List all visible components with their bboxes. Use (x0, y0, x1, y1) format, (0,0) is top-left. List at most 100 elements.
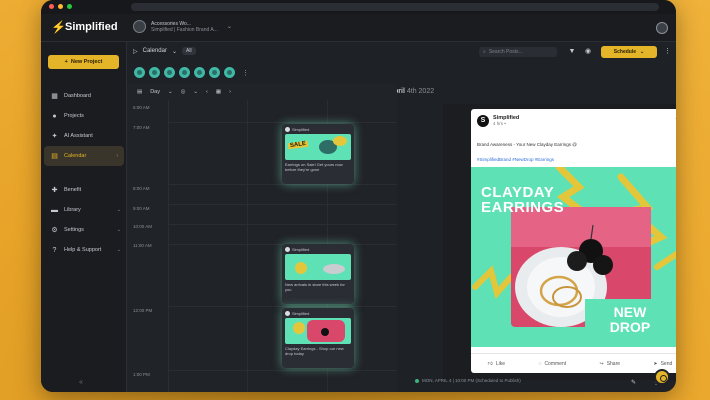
schedule-button[interactable]: Schedule ⌄ (601, 46, 657, 58)
card-text: Clayday Earrings - Shop our new drop tod… (285, 346, 344, 356)
account-avatar[interactable] (148, 66, 161, 79)
account-avatar[interactable] (193, 66, 206, 79)
account-icon (285, 127, 290, 132)
app-logo[interactable]: ⚡ Simplified (51, 21, 118, 33)
sidebar-item-settings[interactable]: ⚙ Settings ⌄ (41, 220, 127, 240)
account-avatar[interactable] (223, 66, 236, 79)
calendar-view-icon[interactable]: ▤ (137, 89, 142, 95)
more-accounts-icon[interactable]: ⋮ (242, 69, 249, 77)
post-thumbnail: SALE (285, 134, 351, 160)
post-hashtags[interactable]: #SimplifiedBrand #NewDrop #Earrings (477, 157, 554, 162)
close-window-button[interactable] (49, 4, 54, 9)
sidebar-nav: ▦ Dashboard ● Projects ✦ AI Assistant ▤ … (41, 86, 127, 260)
like-button[interactable]: 👍︎ Like (488, 361, 505, 367)
calendar-icon: ▤ (51, 152, 58, 160)
promo-title-line-2: EARRINGS (481, 199, 565, 216)
post-preview: S Simplified 4 hrs • ⋯ Brand Awareness -… (471, 109, 676, 373)
sidebar-item-help[interactable]: ? Help & Support ⌄ (41, 240, 127, 260)
maximize-window-button[interactable] (67, 4, 72, 9)
sidebar-item-label: Calendar (64, 153, 87, 159)
scheduled-post-card[interactable]: Simplified Clayday Earrings - Shop our n… (282, 308, 354, 368)
schedule-label: Schedule (613, 49, 637, 55)
gift-icon: ✚ (51, 186, 58, 194)
promo-title: CLAYDAY EARRINGS (481, 185, 564, 215)
share-button[interactable]: ↪ Share (599, 361, 620, 367)
post-more-icon[interactable]: ⋯ (675, 115, 676, 123)
sidebar-item-calendar[interactable]: ▤ Calendar › (44, 146, 124, 166)
search-icon: ⌕ (483, 49, 486, 55)
post-thumbnail (285, 318, 351, 344)
like-label: Like (495, 360, 506, 367)
sidebar-item-projects[interactable]: ● Projects (41, 106, 127, 126)
chevron-down-icon: ⌄ (167, 89, 173, 95)
url-bar[interactable] (131, 3, 659, 11)
globe-icon[interactable]: ◎ (181, 89, 186, 95)
titlebar (41, 0, 676, 14)
user-avatar[interactable] (656, 22, 668, 34)
scheduled-post-card[interactable]: Simplified SALE Earrings on Sale! Get yo… (282, 124, 354, 184)
more-options-icon[interactable]: ⋮ (664, 47, 671, 55)
share-icon: ↪ (599, 360, 604, 367)
filter-icon[interactable]: ▼ (567, 47, 577, 57)
post-preview-panel: S Simplified 4 hrs • ⋯ Brand Awareness -… (443, 104, 676, 380)
account-icon (285, 311, 290, 316)
edit-pencil-icon[interactable]: ✎ (631, 379, 636, 386)
post-thumbnail (285, 254, 351, 280)
sidebar-item-label: Library (64, 207, 81, 213)
next-icon[interactable]: › (229, 89, 231, 95)
promo-drop: DROP (609, 319, 651, 335)
help-chat-button[interactable] (654, 369, 670, 385)
calendar-picker-icon[interactable]: ▦ (216, 89, 221, 95)
send-button[interactable]: ➤ Send (653, 361, 672, 367)
calendar-title[interactable]: Calendar (143, 48, 167, 54)
brand-logo-icon: S (477, 115, 489, 127)
time-label: 7:00 AM (133, 125, 150, 130)
filter-tag[interactable]: All (182, 47, 196, 55)
search-placeholder: Search Posts... (488, 49, 523, 55)
sidebar-item-benefit[interactable]: ✚ Benefit (41, 180, 127, 200)
lightning-icon: ⚡ (51, 20, 66, 34)
time-label: 1:00 PM (133, 372, 150, 377)
new-project-label: New Project (70, 59, 103, 65)
post-caption: Brand Awareness - Your New Clayday Earri… (477, 142, 577, 147)
scheduled-post-card[interactable]: Simplified New arrivals in store this we… (282, 244, 354, 304)
app-name: Simplified (65, 21, 118, 33)
sidebar-item-ai-assistant[interactable]: ✦ AI Assistant (41, 126, 127, 146)
status-text: MON, APRIL 4 | 10:00 PM (Scheduled to Pu… (422, 378, 521, 383)
time-label: 11:00 AM (133, 243, 152, 248)
workspace-switcher[interactable]: Accessories Wo... Simplified | Fashion B… (133, 20, 232, 33)
prev-icon[interactable]: ‹ (206, 89, 208, 95)
account-avatar[interactable] (178, 66, 191, 79)
card-account: Simplified (292, 311, 310, 316)
sidebar-item-label: Benefit (64, 187, 82, 193)
card-account: Simplified (292, 127, 310, 132)
sidebar-item-label: Dashboard (64, 93, 91, 99)
new-drop-badge: NEW DROP (585, 299, 675, 343)
sidebar-item-label: AI Assistant (64, 133, 93, 139)
time-label: 9:00 AM (133, 206, 150, 211)
account-avatar[interactable] (133, 66, 146, 79)
account-avatars: ⋮ (133, 66, 249, 79)
sidebar-toggle-icon[interactable]: ▷ (133, 48, 138, 55)
collapse-sidebar-icon[interactable]: « (79, 379, 83, 386)
sidebar-item-dashboard[interactable]: ▦ Dashboard (41, 86, 127, 106)
new-project-button[interactable]: + New Project (48, 55, 119, 69)
search-input[interactable]: ⌕ Search Posts... (479, 47, 557, 57)
top-bar: ⚡ Simplified Accessories Wo... Simplifie… (41, 14, 676, 42)
post-image: CLAYDAY EARRINGS NEW DROP (471, 167, 676, 347)
sidebar-item-library[interactable]: ▬ Library ⌄ (41, 200, 127, 220)
account-avatar[interactable] (163, 66, 176, 79)
card-text: New arrivals in store this week for you (285, 282, 345, 292)
comment-icon: ◌ (538, 360, 542, 367)
minimize-window-button[interactable] (58, 4, 63, 9)
grid-icon: ▦ (51, 92, 58, 100)
workspace-avatar (133, 20, 146, 33)
view-select[interactable]: Day (150, 89, 160, 95)
chevron-down-icon: ⌄ (116, 207, 121, 213)
workspace-sub: Simplified | Fashion Brand A... (151, 26, 218, 33)
comment-button[interactable]: ◌ Comment (538, 361, 566, 367)
send-icon: ➤ (653, 360, 658, 367)
account-icon (285, 247, 290, 252)
settings-icon[interactable]: ◉ (583, 47, 593, 57)
account-avatar[interactable] (208, 66, 221, 79)
